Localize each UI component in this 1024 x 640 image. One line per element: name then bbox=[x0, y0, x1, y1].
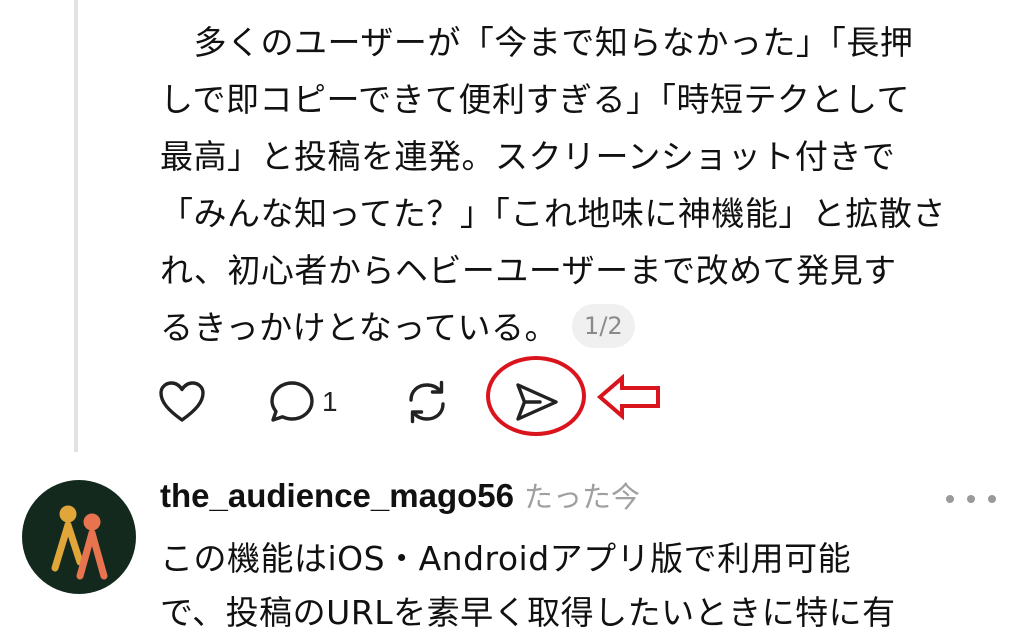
reply-post: the_audience_mago56 たった今 この機能はiOS・Androi… bbox=[0, 470, 1024, 632]
avatar-figures-icon bbox=[51, 505, 108, 580]
post-text-line-last: るきっかけとなっている。 1/2 bbox=[160, 299, 990, 356]
avatar[interactable] bbox=[22, 480, 136, 594]
post-text-line-content: るきっかけとなっている。 bbox=[160, 308, 559, 347]
reply-text-line: この機能はiOS・Androidアプリ版で利用可能 bbox=[160, 539, 852, 578]
page-indicator-badge[interactable]: 1/2 bbox=[572, 303, 635, 348]
annotation-arrow-icon bbox=[596, 374, 660, 420]
post-text-line: しで即コピーできて便利すぎる」「時短テクとして bbox=[160, 80, 911, 119]
reply-username[interactable]: the_audience_mago56 bbox=[160, 477, 514, 515]
thread-connector-line bbox=[74, 0, 78, 452]
repost-icon bbox=[409, 380, 445, 424]
post-text: 多くのユーザーが「今まで知らなかった」「長押 しで即コピーできて便利すぎる」「時… bbox=[160, 14, 990, 356]
reply-count: 1 bbox=[322, 386, 338, 417]
reply-timestamp: たった今 bbox=[523, 480, 640, 514]
post-text-line: 多くのユーザーが「今まで知らなかった」「長押 bbox=[160, 23, 914, 62]
heart-icon bbox=[159, 381, 205, 422]
reply-text-line: で、投稿のURLを素早く取得したいときに特に有 bbox=[160, 593, 896, 632]
reply-header: the_audience_mago56 たった今 bbox=[160, 474, 640, 524]
more-options-button[interactable] bbox=[946, 484, 996, 514]
post-text-line: れ、初心者からヘビーユーザーまで改めて発見す bbox=[160, 251, 897, 290]
more-dot-icon bbox=[967, 495, 975, 503]
speech-bubble-icon bbox=[270, 381, 314, 422]
like-button[interactable] bbox=[158, 376, 206, 428]
post-text-line: 「みんな知ってた？」「これ地味に神機能」と拡散さ bbox=[160, 194, 946, 233]
post-text-line: 最高」と投稿を連発。スクリーンショット付きで bbox=[160, 137, 896, 176]
reply-button[interactable]: 1 bbox=[268, 376, 338, 428]
annotation-highlight-circle bbox=[486, 356, 586, 436]
repost-button[interactable] bbox=[402, 376, 452, 428]
more-dot-icon bbox=[988, 495, 996, 503]
more-dot-icon bbox=[946, 495, 954, 503]
reply-text: この機能はiOS・Androidアプリ版で利用可能 で、投稿のURLを素早く取得… bbox=[160, 532, 1000, 640]
